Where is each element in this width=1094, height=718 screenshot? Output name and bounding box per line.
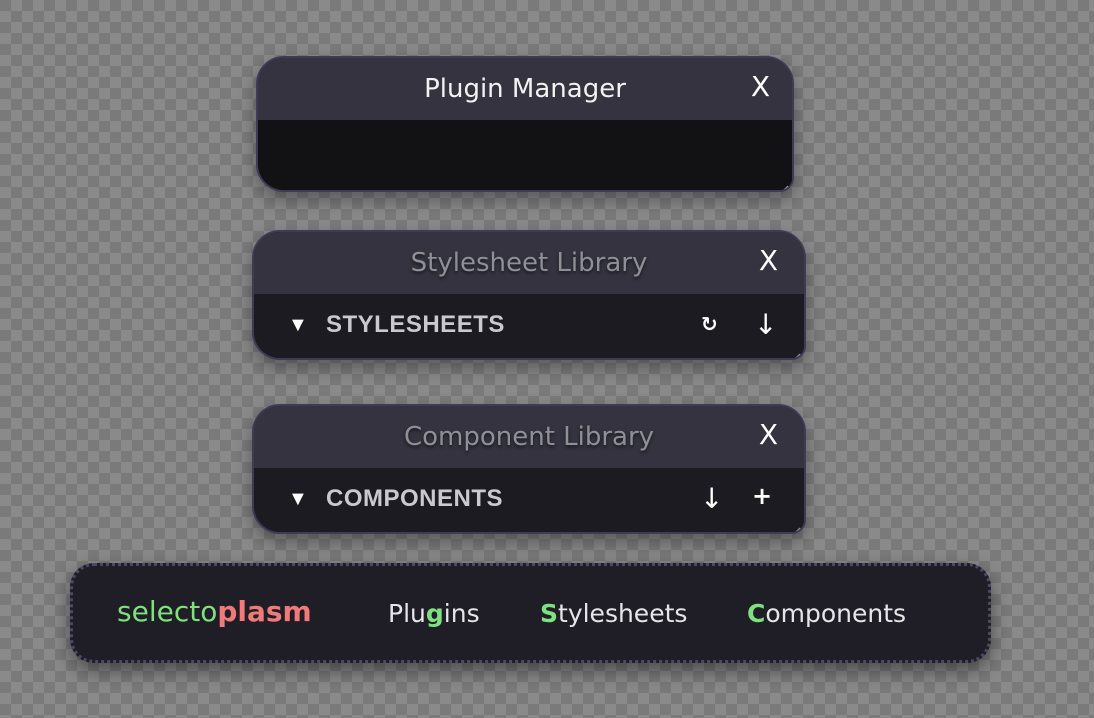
main-menubar: selectoplasm Plugins Stylesheets Compone… [70, 563, 991, 663]
download-icon[interactable]: ↓ [700, 482, 723, 515]
stylesheet-library-panel: Stylesheet Library X ▼ STYLESHEETS ↻ ↓ [252, 230, 806, 360]
menu-components-text: omponents [765, 599, 907, 628]
stylesheet-library-header[interactable]: Stylesheet Library X [254, 232, 804, 294]
components-section-label: COMPONENTS [326, 485, 504, 512]
plugin-manager-title: Plugin Manager [424, 74, 626, 104]
resize-grip-icon[interactable] [789, 517, 801, 529]
resize-grip-icon[interactable] [777, 175, 789, 187]
menu-stylesheets-text: tylesheets [558, 599, 688, 628]
collapse-caret-icon[interactable]: ▼ [288, 314, 326, 337]
resize-grip-icon[interactable] [789, 343, 801, 355]
add-icon[interactable]: + [752, 482, 772, 510]
selectoplasm-logo: selectoplasm [117, 594, 312, 630]
logo-text-plasm: plasm [217, 595, 312, 628]
plugin-manager-panel: Plugin Manager X [256, 56, 794, 192]
menu-plugins-hotkey: g [425, 599, 444, 628]
stylesheet-library-title: Stylesheet Library [410, 248, 648, 278]
menu-stylesheets-hotkey: S [540, 599, 559, 628]
component-library-body: ▼ COMPONENTS ↓ + [254, 468, 804, 532]
logo-text-selecto: selecto [117, 595, 218, 628]
plugin-manager-body [258, 120, 792, 190]
stylesheet-library-body: ▼ STYLESHEETS ↻ ↓ [254, 294, 804, 358]
stylesheet-library-close-button[interactable]: X [759, 246, 778, 276]
menu-components[interactable]: Components [747, 599, 906, 629]
stylesheets-section-label: STYLESHEETS [326, 311, 505, 338]
component-library-panel: Component Library X ▼ COMPONENTS ↓ + [252, 404, 806, 534]
collapse-caret-icon[interactable]: ▼ [288, 488, 326, 511]
menu-plugins-text-after: ins [443, 599, 480, 628]
component-library-header[interactable]: Component Library X [254, 406, 804, 468]
reload-icon[interactable]: ↻ [701, 312, 718, 336]
stylesheets-section-header[interactable]: ▼ STYLESHEETS [288, 310, 804, 340]
menu-stylesheets[interactable]: Stylesheets [540, 599, 687, 629]
component-library-close-button[interactable]: X [759, 420, 778, 450]
component-library-title: Component Library [403, 422, 655, 452]
plugin-manager-header[interactable]: Plugin Manager X [258, 58, 792, 120]
plugin-manager-close-button[interactable]: X [751, 72, 770, 102]
download-icon[interactable]: ↓ [754, 308, 777, 341]
menu-plugins[interactable]: Plugins [388, 599, 480, 629]
menu-plugins-text-before: Plu [388, 599, 426, 628]
menu-components-hotkey: C [747, 599, 766, 628]
components-section-header[interactable]: ▼ COMPONENTS [288, 484, 804, 514]
